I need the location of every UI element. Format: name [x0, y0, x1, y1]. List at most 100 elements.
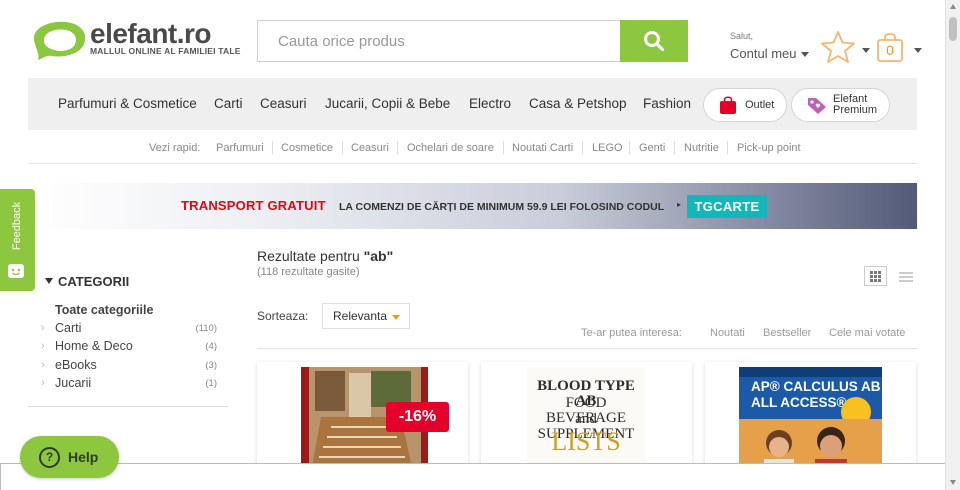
chevron-down-icon	[801, 52, 810, 58]
account-menu[interactable]: Contul meu	[730, 46, 810, 61]
discount-badge: -16%	[386, 402, 449, 432]
sort-select[interactable]: Relevanta	[322, 303, 410, 329]
filter-link-cele-mai-votate[interactable]: Cele mai votate	[829, 327, 905, 339]
sidebar-divider	[28, 406, 228, 407]
cart-count: 0	[886, 42, 894, 58]
category-item[interactable]: › Jucarii (1)	[41, 376, 217, 393]
results-divider	[257, 348, 917, 349]
bottom-bar	[0, 463, 945, 490]
quick-link-lego[interactable]: LEGO	[592, 142, 623, 154]
quick-link-divider	[272, 141, 273, 154]
logo-elephant-icon	[33, 21, 86, 60]
feedback-smiley-icon	[8, 264, 24, 278]
feedback-label: Feedback	[11, 201, 23, 251]
quick-link-nutritie[interactable]: Nutritie	[684, 142, 719, 154]
category-label: Home & Deco	[55, 339, 133, 353]
quick-link-noutati-carti[interactable]: Noutati Carti	[512, 142, 573, 154]
search-input[interactable]	[257, 20, 621, 62]
nav-item-electro[interactable]: Electro	[469, 96, 511, 111]
outlet-label: Outlet	[745, 98, 775, 111]
premium-button[interactable]: Elefant Premium	[791, 88, 890, 122]
nav-item-carti[interactable]: Carti	[214, 96, 243, 111]
product-cover-strip	[739, 367, 882, 377]
product-cover-title: ALL ACCESS®	[751, 395, 847, 410]
category-label: Carti	[55, 321, 82, 335]
cart-button[interactable]: 0	[876, 31, 904, 68]
outlet-button[interactable]: Outlet	[703, 88, 787, 122]
interest-label: Te-ar putea interesa:	[581, 327, 682, 339]
list-view-button[interactable]	[895, 266, 918, 286]
nav-item-fashion[interactable]: Fashion	[643, 96, 691, 111]
quick-link-ceasuri[interactable]: Ceasuri	[351, 142, 389, 154]
grid-view-button[interactable]	[864, 266, 887, 286]
categories-collapse-icon[interactable]	[45, 278, 53, 284]
category-count: (110)	[195, 323, 217, 334]
list-view-icon	[899, 272, 913, 282]
product-cover-title: LISTS	[551, 427, 621, 456]
category-label: Jucarii	[55, 376, 92, 390]
category-item[interactable]: › Home & Deco (4)	[41, 339, 217, 356]
filter-link-bestseller[interactable]: Bestseller	[763, 327, 811, 339]
nav-item-parfumuri[interactable]: Parfumuri & Cosmetice	[58, 96, 197, 111]
results-count: (118 rezultate gasite)	[257, 266, 360, 278]
favorites-chevron-down-icon[interactable]	[862, 48, 870, 53]
quick-link-cosmetice[interactable]: Cosmetice	[281, 142, 333, 154]
divider	[28, 163, 917, 164]
logo-tagline: MALLUL ONLINE AL FAMILIEI TALE	[90, 46, 241, 56]
help-button[interactable]: ? Help	[20, 436, 119, 478]
grid-view-icon	[870, 271, 881, 282]
categories-title[interactable]: CATEGORII	[58, 274, 129, 289]
quick-link-divider	[674, 141, 675, 154]
results-title: Rezultate pentru "ab"	[257, 248, 393, 264]
category-count: (1)	[205, 378, 217, 389]
quick-link-divider	[503, 141, 504, 154]
category-item[interactable]: › Carti (110)	[41, 321, 217, 338]
quick-link-divider	[342, 141, 343, 154]
page: elefant.ro MALLUL ONLINE AL FAMILIEI TAL…	[0, 0, 960, 490]
banner-text: LA COMENZI DE CĂRȚI DE MINIMUM 59.9 LEI …	[339, 201, 665, 213]
nav-item-casa[interactable]: Casa & Petshop	[529, 96, 627, 111]
product-card[interactable]: BLOOD TYPE AB FOOD BEVERAGE and SUPPLEME…	[481, 362, 692, 472]
chevron-down-icon	[392, 315, 400, 320]
category-label: eBooks	[55, 358, 97, 372]
filter-link-noutati[interactable]: Noutati	[710, 327, 745, 339]
nav-item-ceasuri[interactable]: Ceasuri	[260, 96, 307, 111]
results-title-prefix: Rezultate pentru	[257, 248, 360, 264]
product-card[interactable]: AP® CALCULUS AB & BC ALL ACCESS®	[705, 362, 916, 472]
product-cover-image: BLOOD TYPE AB FOOD BEVERAGE and SUPPLEME…	[527, 367, 645, 472]
category-all[interactable]: Toate categoriile	[55, 303, 153, 317]
category-count: (4)	[205, 341, 217, 352]
premium-label-2: Premium	[833, 104, 878, 116]
quick-link-divider	[397, 141, 398, 154]
quick-link-divider	[582, 141, 583, 154]
help-label: Help	[68, 449, 99, 465]
category-count: (3)	[205, 360, 217, 371]
favorites-star-icon[interactable]	[820, 30, 856, 64]
product-cover-image: AP® CALCULUS AB & BC ALL ACCESS®	[739, 367, 882, 472]
quick-links-label: Vezi rapid:	[149, 142, 201, 154]
sort-value: Relevanta	[333, 309, 388, 323]
outlet-bag-icon	[720, 96, 736, 114]
scroll-down-icon[interactable]	[950, 480, 956, 485]
chevron-right-icon: ›	[41, 322, 45, 334]
quick-link-divider	[629, 141, 630, 154]
quick-link-ochelari[interactable]: Ochelari de soare	[407, 142, 494, 154]
quick-link-genti[interactable]: Genti	[639, 142, 665, 154]
chevron-right-icon: ›	[41, 377, 45, 389]
results-query: "ab"	[363, 248, 394, 264]
banner-code: TGCARTE	[687, 195, 767, 218]
chevron-right-icon: ›	[41, 340, 45, 352]
cart-chevron-down-icon[interactable]	[914, 48, 922, 53]
category-item[interactable]: › eBooks (3)	[41, 358, 217, 375]
scrollbar[interactable]	[945, 0, 960, 490]
search-button[interactable]	[620, 20, 688, 62]
banner-highlight: TRANSPORT GRATUIT	[181, 198, 326, 213]
scroll-up-icon[interactable]	[950, 4, 956, 9]
question-icon: ?	[39, 446, 60, 468]
nav-item-jucarii[interactable]: Jucarii, Copii & Bebe	[325, 96, 450, 111]
quick-link-pickup[interactable]: Pick-up point	[737, 142, 801, 154]
sort-label: Sorteaza:	[257, 309, 309, 323]
scrollbar-thumb[interactable]	[949, 17, 957, 41]
quick-link-parfumuri[interactable]: Parfumuri	[216, 142, 264, 154]
banner-arrow-icon: ▸	[677, 200, 682, 209]
